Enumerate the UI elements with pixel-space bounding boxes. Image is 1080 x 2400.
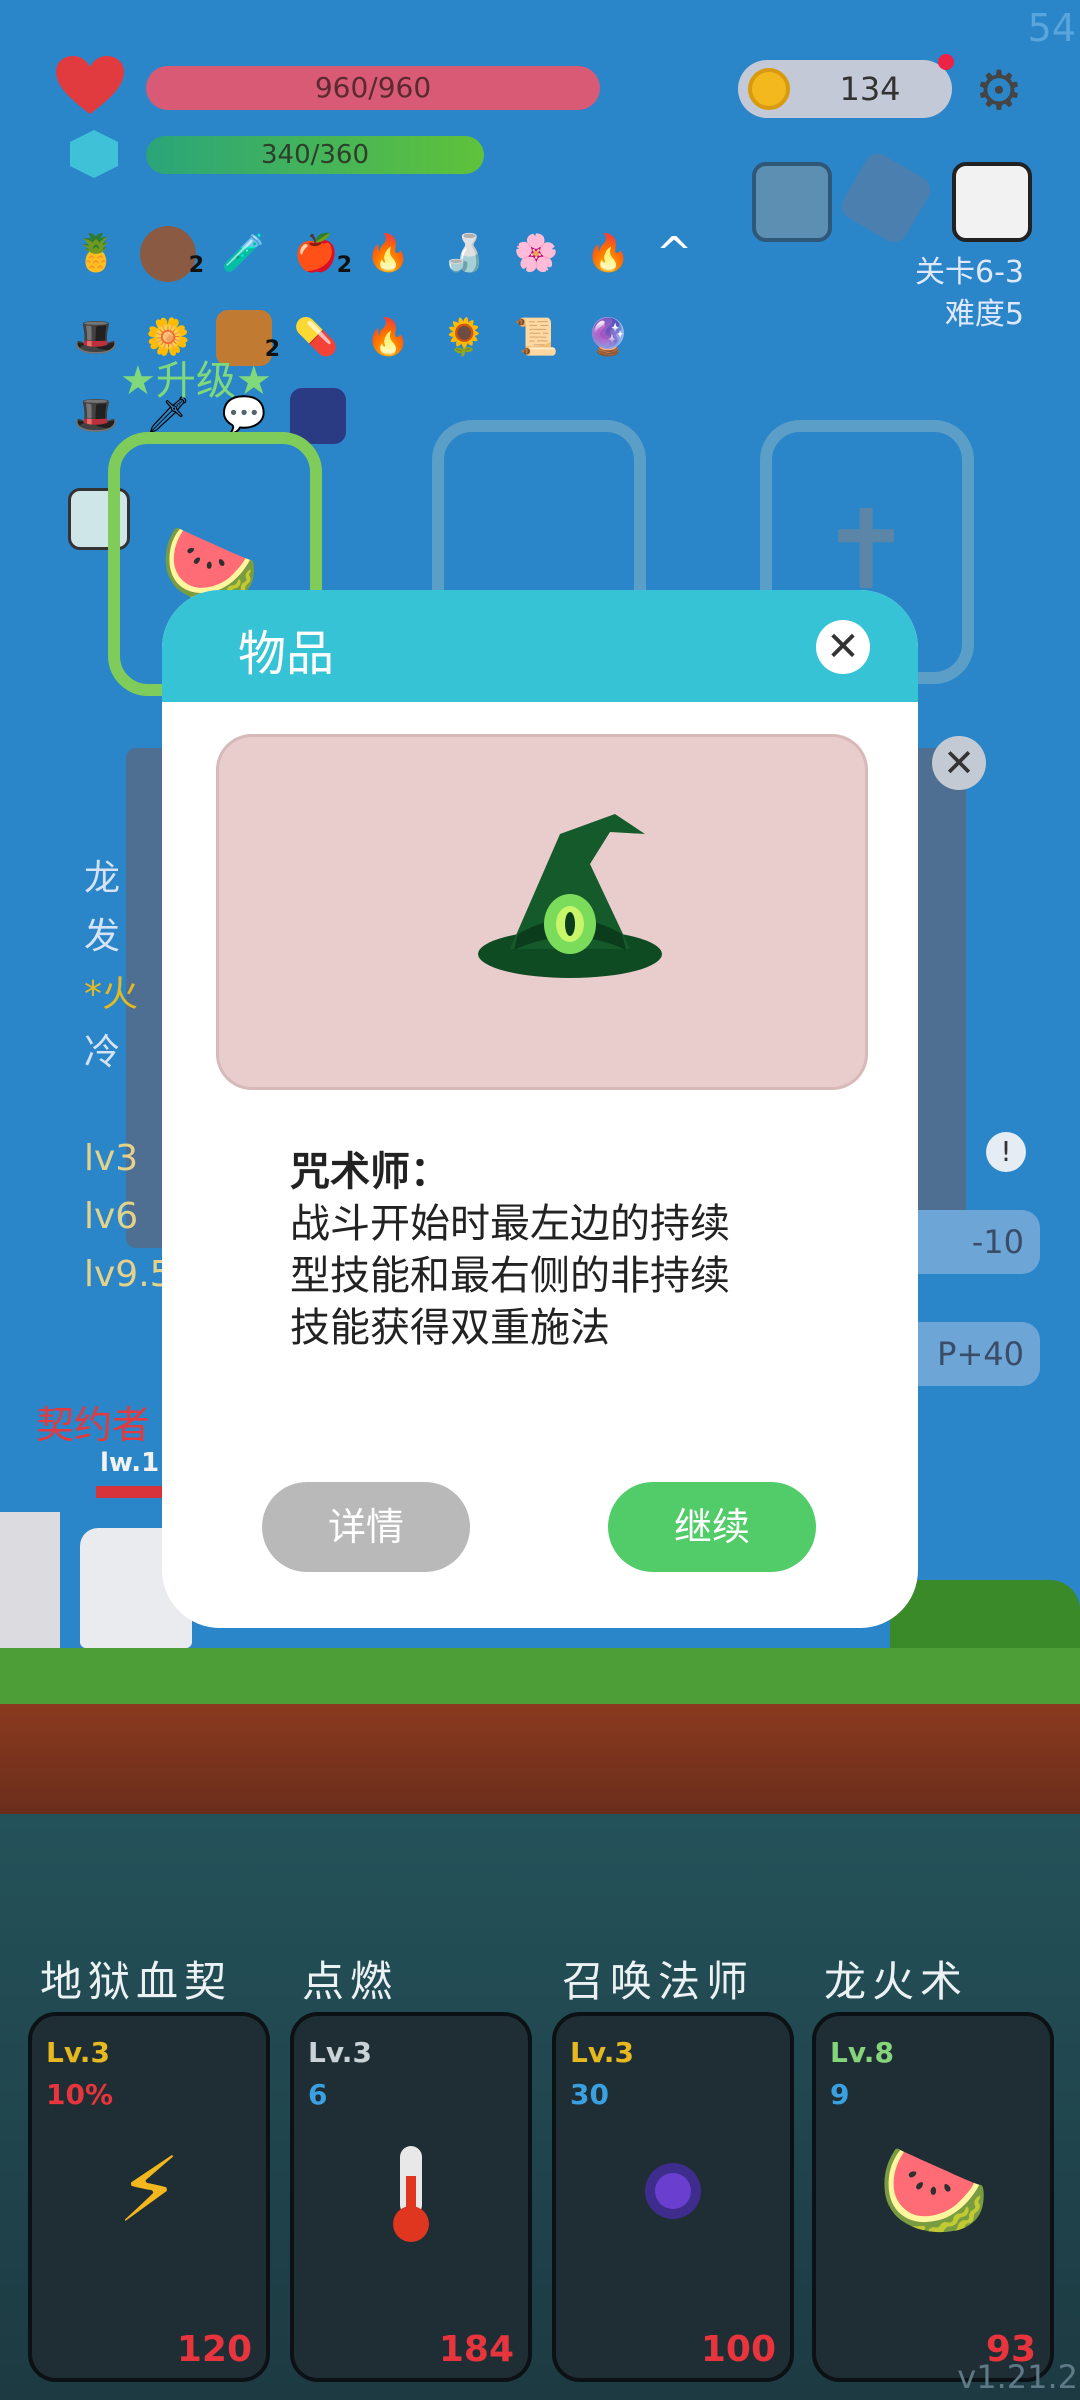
crystal-ball-icon[interactable]: 🔮: [580, 310, 636, 366]
level-up-text: ★升级★: [120, 358, 272, 404]
fps-counter: 54: [1027, 6, 1076, 50]
notification-dot: [938, 54, 954, 70]
skill-card-1[interactable]: Lv.3 10% ⚡ 120: [28, 2012, 270, 2382]
contract-text: 契约者: [36, 1403, 151, 1447]
item-image-frame: [216, 734, 868, 1090]
player-hp-mini-bar: [96, 1486, 166, 1498]
sunflower-icon[interactable]: 🌻: [436, 310, 492, 366]
coin-icon: [748, 68, 790, 110]
modal-close-icon[interactable]: ✕: [816, 620, 870, 674]
side-button-2[interactable]: P+40: [900, 1322, 1040, 1386]
side-button-1[interactable]: -10: [900, 1210, 1040, 1274]
background-text: 龙 发 *火 冷: [84, 858, 139, 1073]
mana-gem-icon: [70, 130, 118, 178]
skill-card-2[interactable]: Lv.3 6 184: [290, 2012, 532, 2382]
info-icon[interactable]: !: [986, 1132, 1026, 1172]
watermelon-icon: 🍉: [878, 2138, 991, 2243]
fallen-portrait-icon[interactable]: [836, 148, 936, 248]
skill-value: 30: [570, 2078, 609, 2111]
mp-bar: 340/360: [146, 136, 484, 174]
green-witch-hat-icon[interactable]: 🎩: [68, 388, 124, 444]
difficulty-label: 难度5: [944, 297, 1024, 332]
version-label: v1.21.2: [957, 2358, 1078, 2396]
grass-strip: [0, 1648, 1080, 1704]
item-modal: 物品 ✕ 咒术师： 战斗开始时最左边的持续 型技能和最右侧的非持续 技能获得双重…: [162, 590, 918, 1628]
player-level-text: lw.1: [100, 1448, 160, 1478]
witch-hat-icon[interactable]: 🎩: [68, 310, 124, 366]
skill-card-4[interactable]: Lv.8 9 🍉 93: [812, 2012, 1054, 2382]
background-level-text: lv3 lv6 lv9.5: [84, 1138, 173, 1295]
stage-info: 关卡6-3 难度5: [915, 252, 1024, 336]
curse-witch-hat-icon: [478, 814, 662, 978]
green-potion-icon[interactable]: 🍶: [436, 226, 492, 282]
skill-card-3[interactable]: Lv.3 30 100: [552, 2012, 794, 2382]
details-button[interactable]: 详情: [262, 1482, 470, 1572]
skill-name-3: 召唤法师: [562, 1957, 755, 2006]
pill-icon[interactable]: 💊: [288, 310, 344, 366]
heart-icon: [56, 56, 124, 114]
skill-name-1: 地狱血契: [40, 1957, 233, 2006]
skill-level: Lv.3: [46, 2036, 110, 2069]
fire-ring-icon[interactable]: 🔥: [360, 226, 416, 282]
hp-bar: 960/960: [146, 66, 600, 110]
background-close-icon[interactable]: ✕: [932, 736, 986, 790]
thermometer-icon: [393, 2146, 429, 2242]
rock-left: [0, 1512, 60, 1648]
item-description: 咒术师： 战斗开始时最左边的持续 型技能和最右侧的非持续 技能获得双重施法: [290, 1146, 810, 1354]
shield-icon[interactable]: 2: [140, 226, 204, 282]
skill-level: Lv.3: [570, 2036, 634, 2069]
collapse-chevron-icon[interactable]: ^: [646, 226, 702, 282]
ghost-portrait-icon[interactable]: [752, 162, 832, 242]
skill-cost: 100: [700, 2329, 776, 2370]
flower-pot-icon[interactable]: 🌸: [508, 226, 564, 282]
skill-name-4: 龙火术: [824, 1957, 969, 2006]
skill-level: Lv.3: [308, 2036, 372, 2069]
flame-drop-icon[interactable]: 🔥: [580, 226, 636, 282]
dark-orb-icon: [645, 2163, 701, 2219]
skill-value: 10%: [46, 2078, 114, 2111]
continue-button[interactable]: 继续: [608, 1482, 816, 1572]
skill-value: 9: [830, 2078, 850, 2111]
skill-cost: 120: [176, 2329, 252, 2370]
coin-amount: 134: [839, 70, 901, 108]
potion-flask-icon[interactable]: 🧪: [216, 226, 272, 282]
stage-label: 关卡6-3: [915, 255, 1024, 290]
fire-icon[interactable]: 🔥: [360, 310, 416, 366]
settings-gear-icon[interactable]: ⚙: [970, 62, 1028, 120]
skill-level: Lv.8: [830, 2036, 894, 2069]
skill-value: 6: [308, 2078, 328, 2111]
skill-cost: 184: [438, 2329, 514, 2370]
dirt-strip: [0, 1704, 1080, 1814]
apple-icon[interactable]: 🍎 2: [288, 226, 352, 282]
skill-name-2: 点燃: [302, 1957, 399, 2006]
bush-right: [890, 1580, 1080, 1648]
lightning-icon: ⚡: [117, 2138, 181, 2243]
ghost-face-icon[interactable]: [952, 162, 1032, 242]
cross-icon: ✝: [820, 486, 913, 614]
modal-title: 物品: [238, 626, 335, 682]
item-name: 咒术师：: [290, 1149, 450, 1195]
scroll-icon[interactable]: 📜: [508, 310, 564, 366]
pineapple-icon[interactable]: 🍍: [68, 226, 124, 282]
